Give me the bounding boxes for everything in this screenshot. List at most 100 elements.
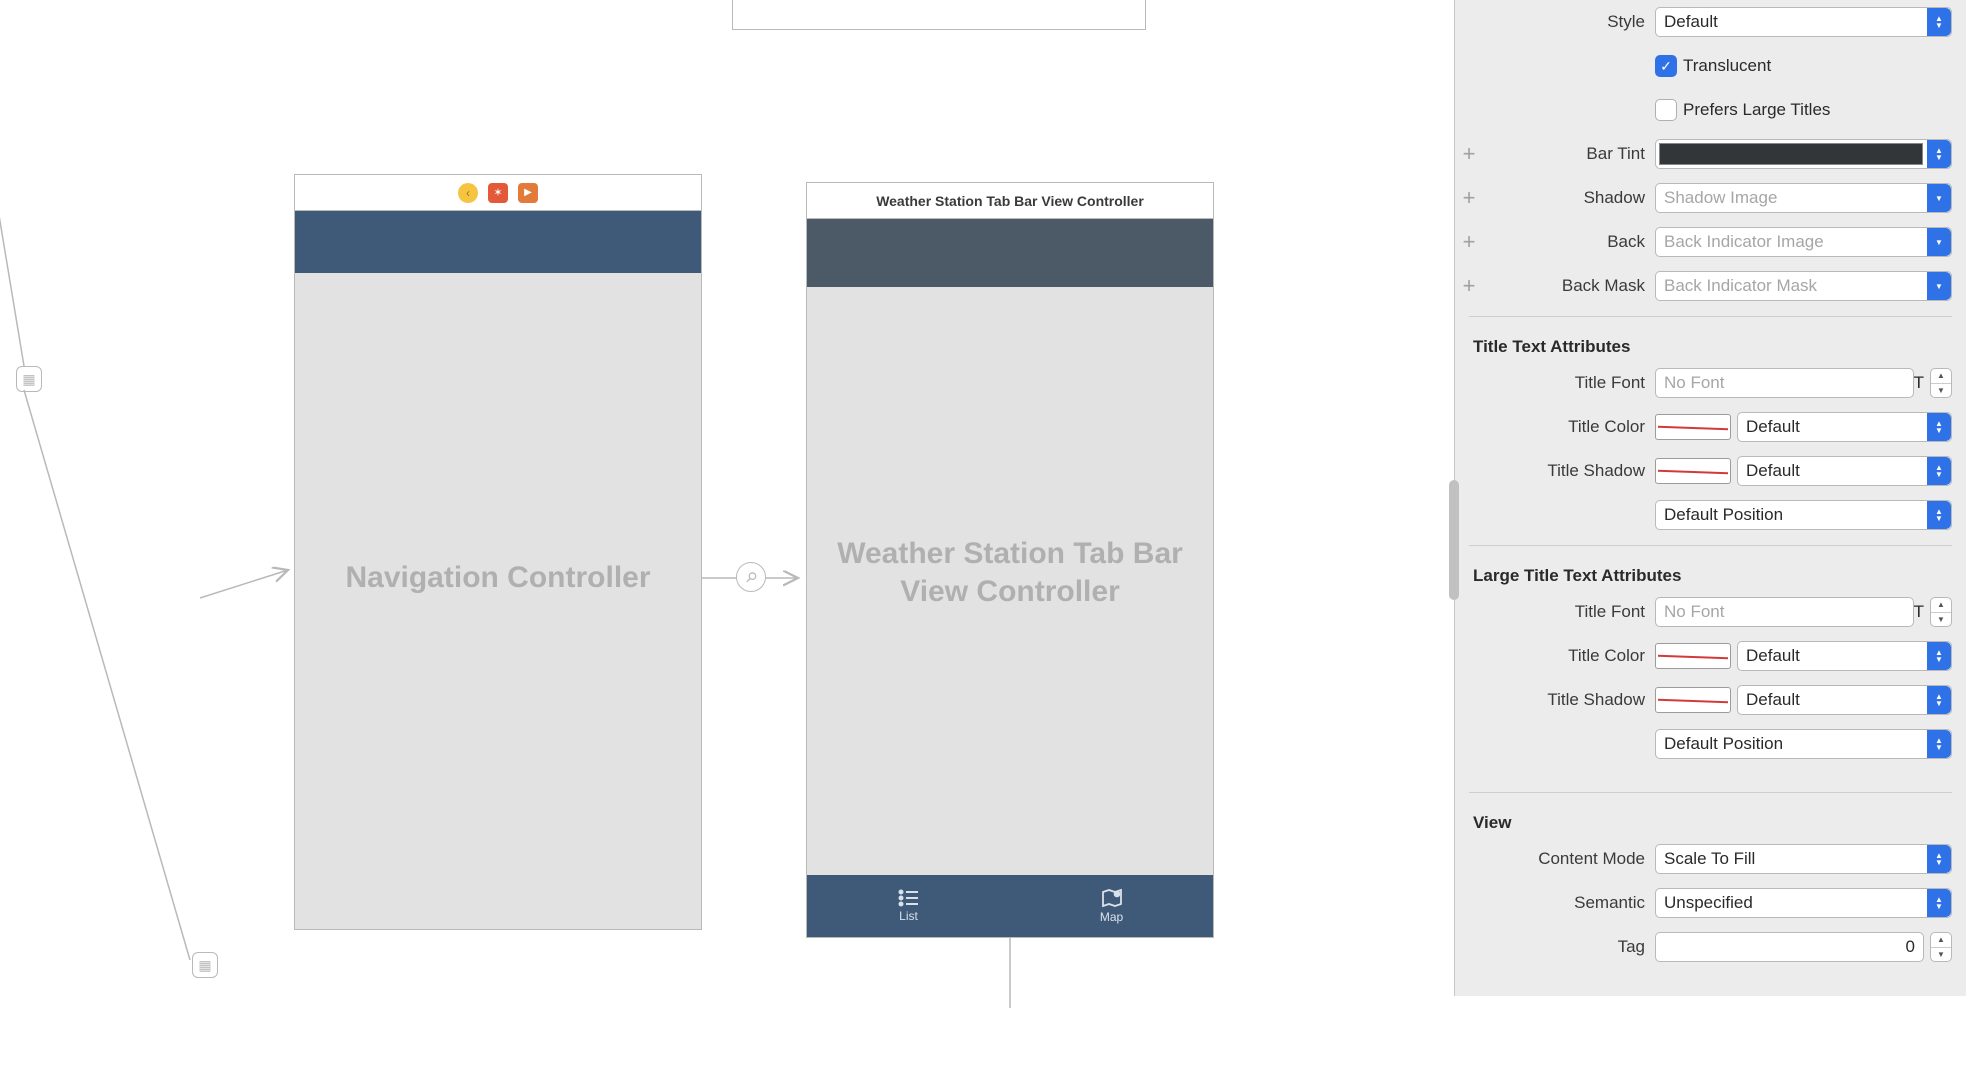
- label-translucent: Translucent: [1683, 56, 1771, 76]
- row-title-shadow-pos: Default Position ▲▼: [1455, 493, 1966, 537]
- label-large-font: Title Font: [1483, 602, 1655, 622]
- scene-header-nav[interactable]: ‹ ✶ ▶: [294, 174, 702, 210]
- colorwell-large-color[interactable]: [1655, 643, 1731, 669]
- select-content-mode[interactable]: Scale To Fill ▲▼: [1655, 844, 1952, 874]
- input-tag[interactable]: 0: [1655, 932, 1924, 962]
- chevron-updown-icon: ▲▼: [1927, 730, 1951, 758]
- chevron-updown-icon: ▲▼: [1927, 501, 1951, 529]
- scene-header-icons: ‹ ✶ ▶: [458, 183, 538, 203]
- nav-bar-preview[interactable]: [295, 211, 701, 273]
- row-semantic: Semantic Unspecified ▲▼: [1455, 881, 1966, 925]
- chevron-updown-icon: ▲▼: [1927, 413, 1951, 441]
- select-style[interactable]: Default ▲▼: [1655, 7, 1952, 37]
- colorwell-large-shadow[interactable]: [1655, 687, 1731, 713]
- colorwell-title-shadow[interactable]: [1655, 458, 1731, 484]
- chevron-updown-icon: ▲▼: [1927, 845, 1951, 873]
- input-title-font-placeholder: No Font: [1664, 373, 1724, 393]
- chevron-updown-icon: ▲▼: [1927, 457, 1951, 485]
- map-icon: [1101, 888, 1123, 908]
- select-title-shadow[interactable]: Default ▲▼: [1737, 456, 1952, 486]
- tab-item-map-label: Map: [1100, 910, 1123, 924]
- label-title-font: Title Font: [1483, 373, 1655, 393]
- select-title-color[interactable]: Default ▲▼: [1737, 412, 1952, 442]
- row-tag: Tag 0 ▲▼: [1455, 925, 1966, 969]
- tab-controller-scene[interactable]: Weather Station Tab Bar View Controller …: [806, 218, 1214, 938]
- font-picker-icon[interactable]: T: [1914, 602, 1924, 622]
- checkbox-prefers-large[interactable]: [1655, 99, 1677, 121]
- colorwell-bar-tint[interactable]: ▲▼: [1655, 139, 1952, 169]
- tab-item-map[interactable]: Map: [1010, 875, 1213, 937]
- divider: [1469, 316, 1952, 317]
- section-large-title-attrs: Large Title Text Attributes: [1455, 554, 1966, 590]
- select-title-shadow-position[interactable]: Default Position ▲▼: [1655, 500, 1952, 530]
- add-back-image[interactable]: +: [1455, 229, 1483, 255]
- add-bar-tint[interactable]: +: [1455, 141, 1483, 167]
- select-large-shadow[interactable]: Default ▲▼: [1737, 685, 1952, 715]
- chevron-down-icon: ▼: [1927, 228, 1951, 256]
- row-back-mask: + Back Mask Back Indicator Mask ▼: [1455, 264, 1966, 308]
- select-back-mask[interactable]: Back Indicator Mask ▼: [1655, 271, 1952, 301]
- add-back-mask[interactable]: +: [1455, 273, 1483, 299]
- list-icon: [898, 889, 920, 907]
- label-back-mask: Back Mask: [1483, 276, 1655, 296]
- select-large-shadow-position[interactable]: Default Position ▲▼: [1655, 729, 1952, 759]
- scene-header-tab-title: Weather Station Tab Bar View Controller: [876, 193, 1144, 209]
- nav-controller-label: Navigation Controller: [295, 561, 701, 595]
- select-shadow-image[interactable]: Shadow Image ▼: [1655, 183, 1952, 213]
- row-large-color: Title Color Default ▲▼: [1455, 634, 1966, 678]
- chevron-down-icon: ▼: [1927, 272, 1951, 300]
- nav-controller-scene[interactable]: Navigation Controller: [294, 210, 702, 930]
- label-large-color: Title Color: [1483, 646, 1655, 666]
- row-back-image: + Back Back Indicator Image ▼: [1455, 220, 1966, 264]
- chevron-updown-icon: ▲▼: [1927, 8, 1951, 36]
- row-style: Style Default ▲▼: [1455, 0, 1966, 44]
- row-translucent: ✓ Translucent: [1455, 44, 1966, 88]
- entry-arrow: [200, 530, 300, 610]
- segue-down: [1000, 938, 1020, 1018]
- partial-scene-top[interactable]: [732, 0, 1146, 30]
- select-large-color-value: Default: [1746, 646, 1800, 666]
- stepper-large-font[interactable]: ▲▼: [1930, 597, 1952, 627]
- scene-header-tab[interactable]: Weather Station Tab Bar View Controller: [806, 182, 1214, 218]
- section-title-attrs: Title Text Attributes: [1455, 325, 1966, 361]
- chevron-updown-icon: ▲▼: [1927, 642, 1951, 670]
- label-content-mode: Content Mode: [1483, 849, 1655, 869]
- select-content-mode-value: Scale To Fill: [1664, 849, 1755, 869]
- colorwell-title-color[interactable]: [1655, 414, 1731, 440]
- exit-icon: ✶: [488, 183, 508, 203]
- select-title-shadow-pos-value: Default Position: [1664, 505, 1783, 525]
- input-large-font[interactable]: No Font: [1655, 597, 1914, 627]
- row-title-color: Title Color Default ▲▼: [1455, 405, 1966, 449]
- root-segue-icon[interactable]: ⚲: [736, 562, 766, 592]
- select-semantic[interactable]: Unspecified ▲▼: [1655, 888, 1952, 918]
- label-shadow-image: Shadow: [1483, 188, 1655, 208]
- chevron-updown-icon: ▲▼: [1927, 686, 1951, 714]
- font-picker-icon[interactable]: T: [1914, 373, 1924, 393]
- label-back-image: Back: [1483, 232, 1655, 252]
- section-view: View: [1455, 801, 1966, 837]
- select-title-shadow-value: Default: [1746, 461, 1800, 481]
- select-back-image[interactable]: Back Indicator Image ▼: [1655, 227, 1952, 257]
- label-large-shadow: Title Shadow: [1483, 690, 1655, 710]
- row-title-shadow: Title Shadow Default ▲▼: [1455, 449, 1966, 493]
- inspector-scrollbar[interactable]: [1449, 480, 1459, 600]
- tab-controller-label: Weather Station Tab Bar View Controller: [807, 535, 1213, 610]
- label-tag: Tag: [1483, 937, 1655, 957]
- tab-bar[interactable]: List Map: [807, 875, 1213, 937]
- storyboard-canvas[interactable]: ▦ ▦ ‹ ✶ ▶ Navigation Controller: [0, 0, 1454, 996]
- input-title-font[interactable]: No Font: [1655, 368, 1914, 398]
- label-style: Style: [1483, 12, 1655, 32]
- stepper-tag[interactable]: ▲▼: [1930, 932, 1952, 962]
- label-bar-tint: Bar Tint: [1483, 144, 1655, 164]
- checkbox-translucent[interactable]: ✓: [1655, 55, 1677, 77]
- select-title-color-value: Default: [1746, 417, 1800, 437]
- tab-item-list[interactable]: List: [807, 875, 1010, 937]
- divider: [1469, 792, 1952, 793]
- stepper-title-font[interactable]: ▲▼: [1930, 368, 1952, 398]
- add-shadow-image[interactable]: +: [1455, 185, 1483, 211]
- row-content-mode: Content Mode Scale To Fill ▲▼: [1455, 837, 1966, 881]
- tab-scene-navbar[interactable]: [807, 219, 1213, 287]
- row-large-shadow: Title Shadow Default ▲▼: [1455, 678, 1966, 722]
- select-large-color[interactable]: Default ▲▼: [1737, 641, 1952, 671]
- select-large-shadow-pos-value: Default Position: [1664, 734, 1783, 754]
